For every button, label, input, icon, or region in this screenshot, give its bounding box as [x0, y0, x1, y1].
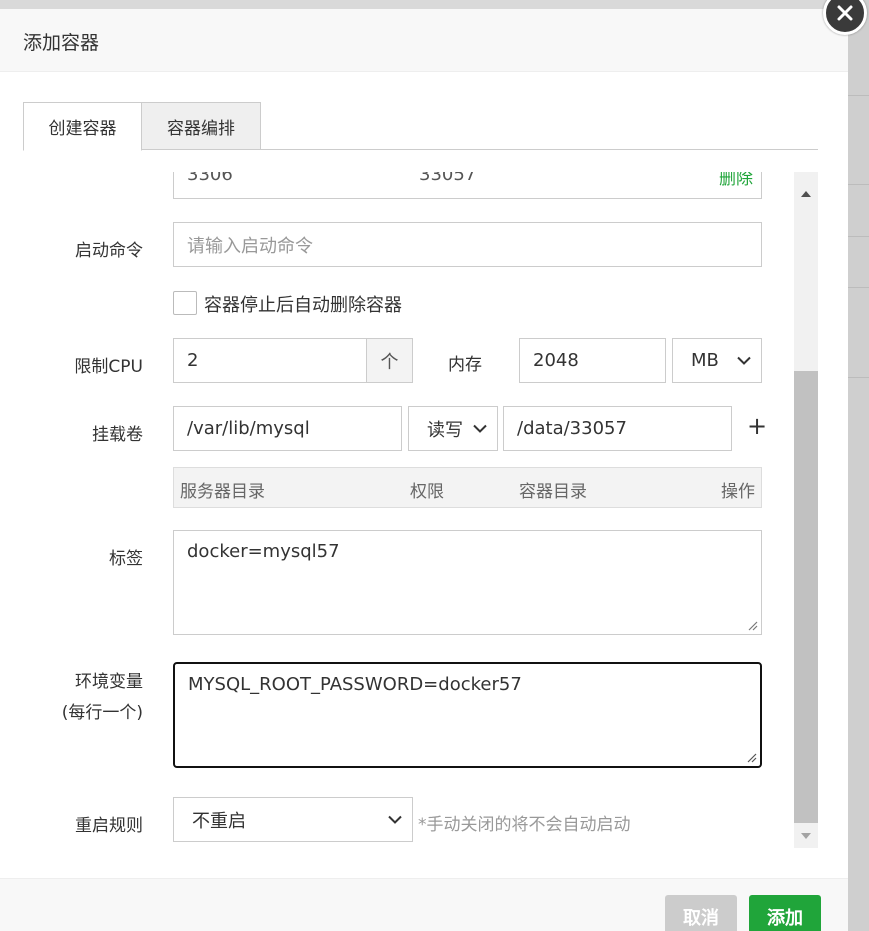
backdrop	[848, 0, 869, 931]
auto-remove-label: 容器停止后自动删除容器	[204, 295, 402, 316]
backdrop-line	[848, 287, 869, 288]
restart-hint: *手动关闭的将不会自动启动	[418, 815, 631, 835]
start-cmd-input[interactable]: 请输入启动命令	[173, 222, 762, 267]
volume-col-action: 操作	[721, 482, 755, 502]
dialog-footer: 取消 添加	[0, 878, 848, 931]
cpu-unit: 个	[366, 339, 412, 382]
scroll-down-arrow-icon[interactable]	[794, 824, 818, 848]
backdrop-line	[848, 236, 869, 237]
resize-handle-icon[interactable]	[745, 751, 757, 763]
tab-create-container[interactable]: 创建容器	[23, 102, 142, 151]
volume-label: 挂载卷	[92, 425, 143, 445]
start-cmd-label: 启动命令	[75, 241, 143, 261]
tags-label: 标签	[109, 549, 143, 569]
memory-label: 内存	[448, 355, 482, 375]
env-label: 环境变量	[75, 672, 143, 692]
restart-label: 重启规则	[75, 816, 143, 836]
backdrop-line	[848, 377, 869, 378]
container-port-value: 33057	[419, 172, 477, 185]
tags-value: docker=mysql57	[187, 541, 340, 562]
volume-container-dir-value: /data/33057	[517, 418, 627, 439]
restart-policy-value: 不重启	[192, 810, 246, 832]
volume-container-dir-input[interactable]: /data/33057	[503, 406, 732, 451]
restart-policy-select[interactable]: 不重启	[173, 797, 413, 842]
volume-col-container-dir: 容器目录	[519, 482, 587, 502]
volume-permission-value: 读写	[427, 419, 463, 441]
form-scroll-area: 3306 33057 删除 启动命令 请输入启动命令 容器停止后自动删除容器 限…	[23, 172, 795, 848]
backdrop-line	[848, 95, 869, 96]
add-container-dialog: 添加容器 创建容器 容器编排 3306 33057 删除 启动命令 请输入启动命…	[0, 9, 848, 931]
dialog-title: 添加容器	[23, 32, 100, 54]
scroll-up-arrow-icon[interactable]	[794, 182, 818, 206]
chevron-down-icon	[388, 815, 402, 824]
env-value: MYSQL_ROOT_PASSWORD=docker57	[188, 674, 522, 695]
cpu-label: 限制CPU	[74, 357, 143, 377]
memory-input[interactable]: 2048	[519, 338, 666, 383]
auto-remove-checkbox[interactable]	[173, 291, 197, 315]
host-port-value: 3306	[187, 172, 233, 185]
memory-unit-select[interactable]: MB	[672, 338, 762, 383]
resize-handle-icon[interactable]	[746, 619, 758, 631]
tags-textarea[interactable]: docker=mysql57	[173, 530, 762, 635]
env-textarea[interactable]: MYSQL_ROOT_PASSWORD=docker57	[173, 662, 762, 768]
delete-port-link[interactable]: 删除	[719, 172, 753, 189]
backdrop-line	[848, 184, 869, 185]
add-button[interactable]: 添加	[749, 895, 821, 931]
volume-permission-select[interactable]: 读写	[408, 406, 498, 451]
close-icon	[837, 5, 853, 21]
chevron-down-icon	[473, 424, 487, 433]
dialog-header: 添加容器	[0, 9, 848, 72]
form-scrollbar[interactable]	[794, 172, 818, 848]
cpu-input[interactable]: 2 个	[173, 338, 413, 383]
port-mapping-row: 3306 33057 删除	[173, 172, 762, 199]
memory-value: 2048	[533, 350, 579, 371]
cpu-value: 2	[187, 350, 199, 371]
memory-unit-value: MB	[691, 350, 719, 371]
volume-col-host-dir: 服务器目录	[180, 482, 265, 502]
tab-container-compose[interactable]: 容器编排	[142, 102, 261, 150]
add-volume-icon[interactable]: +	[747, 412, 767, 440]
env-sublabel: (每行一个)	[61, 703, 143, 723]
scrollbar-thumb[interactable]	[794, 371, 818, 823]
volume-host-dir-value: /var/lib/mysql	[187, 418, 310, 439]
chevron-down-icon	[737, 356, 751, 365]
volume-host-dir-input[interactable]: /var/lib/mysql	[173, 406, 402, 451]
tab-bar: 创建容器 容器编排	[23, 102, 818, 151]
volume-col-permission: 权限	[410, 482, 444, 502]
start-cmd-placeholder: 请输入启动命令	[187, 235, 313, 257]
volume-table-header: 服务器目录 权限 容器目录 操作	[173, 467, 762, 508]
cancel-button[interactable]: 取消	[665, 895, 737, 931]
